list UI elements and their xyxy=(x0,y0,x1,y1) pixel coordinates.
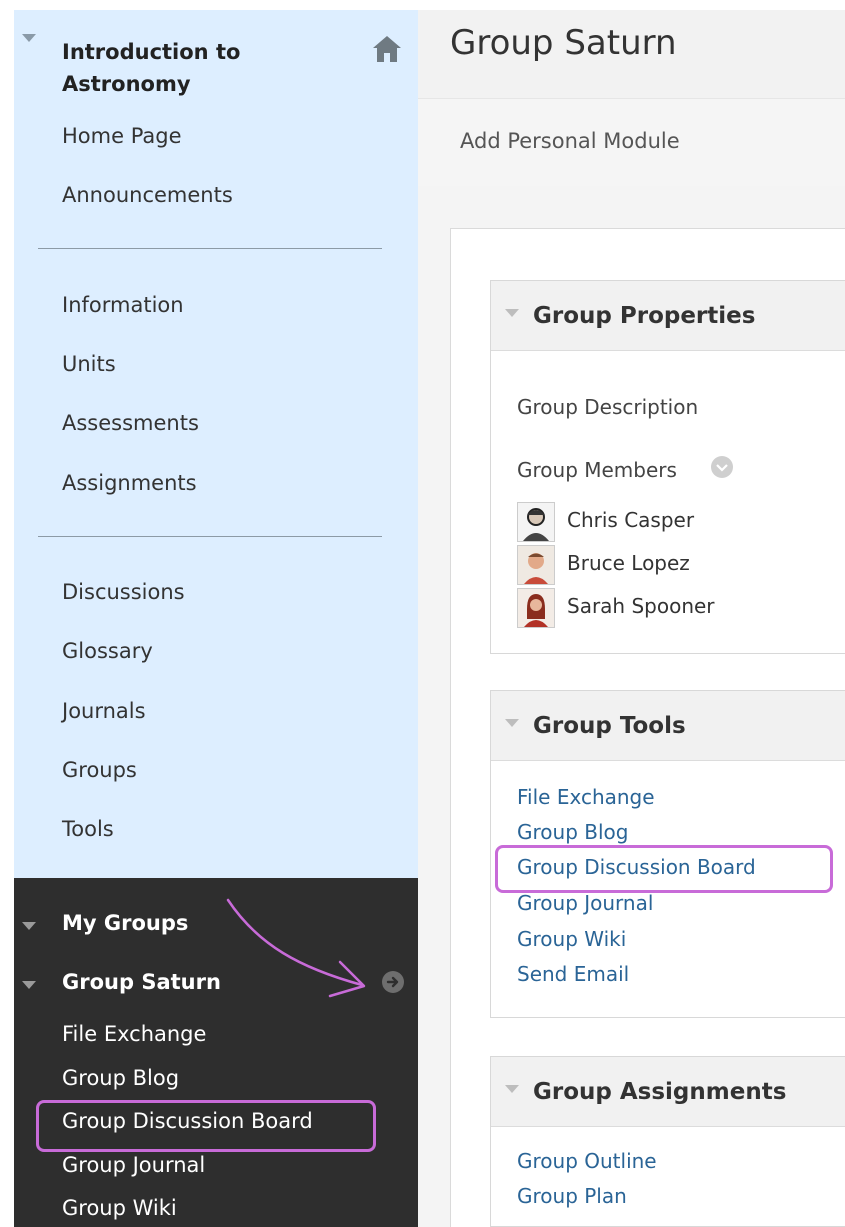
annotation-arrow xyxy=(226,898,366,998)
